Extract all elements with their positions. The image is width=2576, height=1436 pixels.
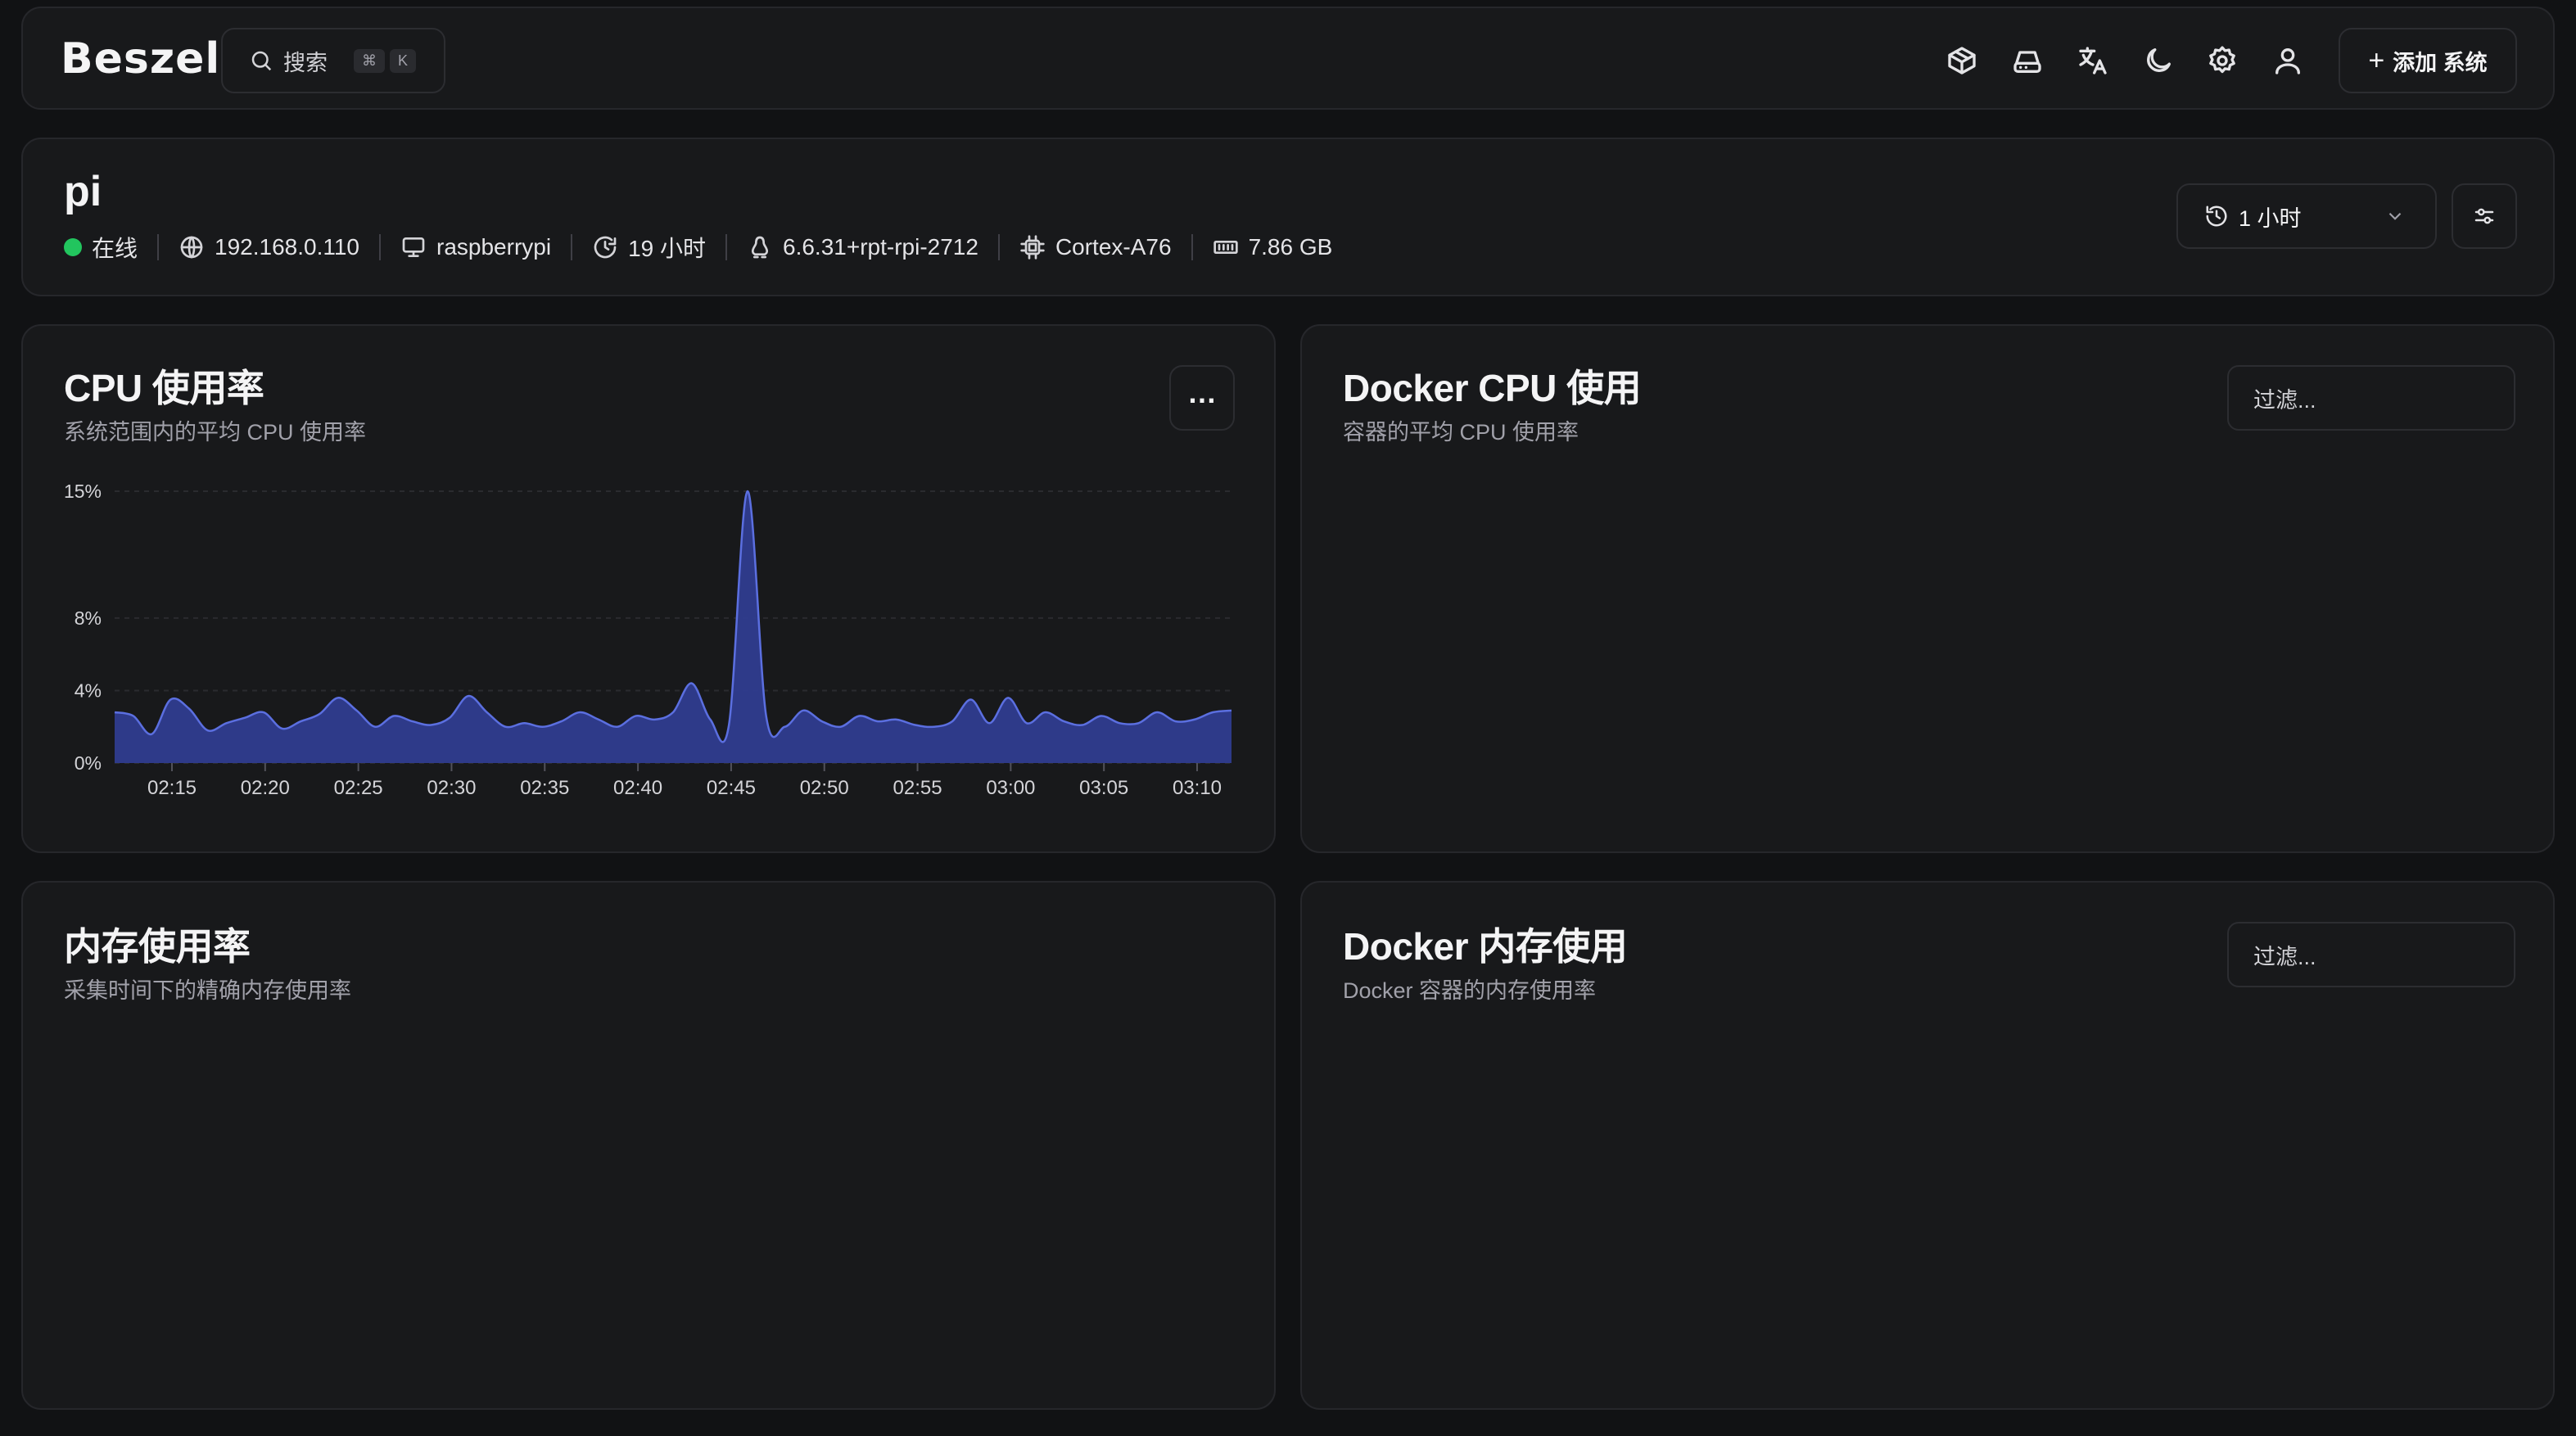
x-tick-label: 02:20 <box>241 777 290 799</box>
x-tick-label: 02:55 <box>893 777 942 799</box>
docker-cpu-filter-input[interactable]: 过滤... <box>2227 365 2515 431</box>
memory-usage-card: 内存使用率 采集时间下的精确内存使用率 <box>21 881 1276 1410</box>
x-tick-label: 02:40 <box>613 777 662 799</box>
x-tick-label: 02:50 <box>800 777 849 799</box>
x-tick-label: 02:45 <box>707 777 756 799</box>
y-tick-label: 15% <box>64 481 102 502</box>
docker-memory-chart-title: Docker 内存使用 <box>1343 925 1628 968</box>
y-tick-label: 4% <box>75 680 102 701</box>
docker-cpu-card: Docker CPU 使用 容器的平均 CPU 使用率 过滤... <box>1300 324 2555 853</box>
x-tick-label: 03:00 <box>986 777 1035 799</box>
x-tick-label: 03:05 <box>1079 777 1128 799</box>
cpu-line <box>114 490 1232 743</box>
docker-cpu-chart-subtitle: 容器的平均 CPU 使用率 <box>1343 420 1579 445</box>
x-tick-label: 02:30 <box>427 777 476 799</box>
y-tick-label: 8% <box>75 607 102 629</box>
docker-cpu-chart-title: Docker CPU 使用 <box>1343 367 1642 409</box>
docker-memory-card: Docker 内存使用 Docker 容器的内存使用率 过滤... <box>1300 881 2555 1410</box>
docker-memory-chart-subtitle: Docker 容器的内存使用率 <box>1343 978 1597 1003</box>
x-tick-label: 02:15 <box>147 777 197 799</box>
memory-chart-subtitle: 采集时间下的精确内存使用率 <box>64 978 351 1003</box>
x-tick-label: 02:35 <box>520 777 569 799</box>
docker-memory-filter-input[interactable]: 过滤... <box>2227 922 2515 987</box>
x-tick-label: 02:25 <box>334 777 383 799</box>
x-tick-label: 03:10 <box>1173 777 1222 799</box>
memory-chart-title: 内存使用率 <box>64 925 251 968</box>
y-tick-label: 0% <box>75 752 102 774</box>
cpu-chart-group: 0% 4% 8% 15% 02:15 02:20 02:25 02:30 02:35 02:40 0… <box>64 481 1232 799</box>
